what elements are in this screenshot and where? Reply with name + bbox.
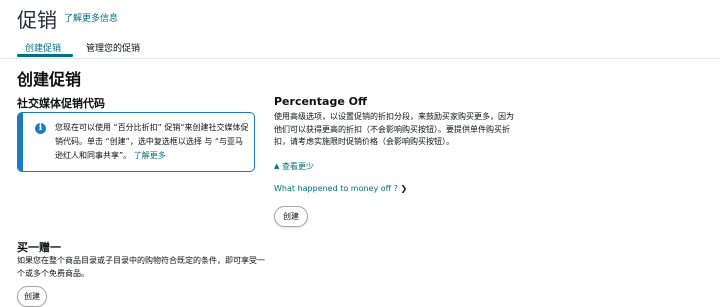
bogo-create-button[interactable]: 创建 — [17, 286, 47, 307]
money-off-label: What happened to money off ? — [274, 184, 398, 193]
tab-bar: 创建促销 管理您的促销 — [0, 37, 720, 59]
info-learn-more-link[interactable]: 了解更多 — [134, 151, 166, 160]
learn-more-link[interactable]: 了解更多信息 — [64, 11, 118, 24]
money-off-link[interactable]: What happened to money off ? ❯ — [274, 184, 407, 193]
tab-create-promotion[interactable]: 创建促销 — [25, 41, 61, 54]
see-less-toggle[interactable]: ▲ 查看更少 — [274, 161, 314, 172]
percentage-off-description: 使用高级选项，以设置促销的折扣分段，来鼓励买家购买更多，因为他们可以获得更高的折… — [274, 112, 514, 146]
info-icon: i — [35, 123, 46, 134]
page-title: 促销 — [17, 8, 57, 32]
info-message: 您现在可以使用 “百分比折扣” 促销“来创建社交媒体促销代码。单击 “创建”，选… — [55, 121, 250, 163]
section-title: 创建促销 — [17, 70, 82, 89]
active-tab-indicator — [17, 54, 73, 57]
chevron-up-icon: ▲ — [274, 162, 280, 170]
alert-accent-stripe — [18, 113, 23, 171]
social-codes-info-alert: i 您现在可以使用 “百分比折扣” 促销“来创建社交媒体促销代码。单击 “创建”… — [17, 112, 255, 172]
bogo-description: 如果您在整个商品目录或子目录中的购物符合既定的条件，即可享受一个或多个免费商品。 — [17, 256, 265, 278]
social-codes-title: 社交媒体促销代码 — [17, 97, 105, 110]
chevron-down-icon: ❯ — [400, 184, 408, 193]
tab-manage-promotions[interactable]: 管理您的促销 — [86, 41, 140, 54]
percentage-off-create-button[interactable]: 创建 — [274, 206, 308, 227]
see-less-label: 查看更少 — [281, 162, 314, 171]
bogo-title: 买一赠一 — [17, 241, 61, 254]
percentage-off-title: Percentage Off — [274, 95, 367, 108]
